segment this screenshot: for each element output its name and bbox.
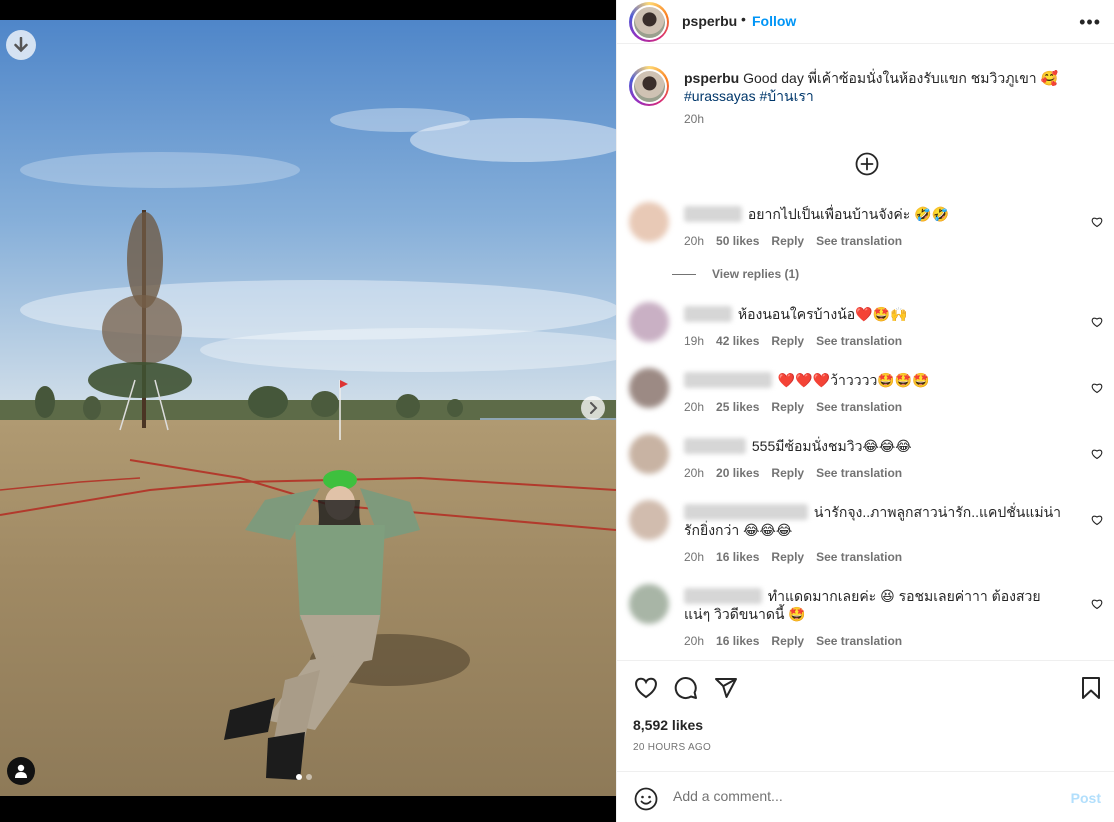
post-actions: 8,592 likes 20 HOURS AGO <box>617 660 1114 770</box>
comment-text: อยากไปเป็นเพื่อนบ้านจังค่ะ 🤣🤣 <box>684 205 1064 223</box>
comment-likes[interactable]: 42 likes <box>716 334 759 348</box>
reply-button[interactable]: Reply <box>771 400 804 414</box>
comment-time: 20h <box>684 634 705 648</box>
add-comment-bar: Post <box>617 771 1114 822</box>
caption-text: psperbu Good day พี่เค้าซ้อมนั่งในห้องรั… <box>684 69 1094 105</box>
commenter-avatar[interactable] <box>629 584 669 624</box>
comment-text: น่ารักจุง..ภาพลูกสาวน่ารัก..แคปชั่นแม่น่… <box>684 503 1064 539</box>
caption-hashtags[interactable]: #urassayas #บ้านเรา <box>684 88 814 104</box>
reply-button[interactable]: Reply <box>771 466 804 480</box>
commenter-avatar[interactable] <box>629 202 669 242</box>
carousel-dot-active <box>296 774 302 780</box>
commenter-username-blurred[interactable] <box>684 504 808 520</box>
commenter-avatar[interactable] <box>629 434 669 474</box>
see-translation-button[interactable]: See translation <box>816 234 902 248</box>
commenter-avatar[interactable] <box>629 368 669 408</box>
post-header: psperbu • Follow ••• <box>617 0 1114 44</box>
download-button[interactable] <box>6 30 36 60</box>
caption-body: Good day พี่เค้าซ้อมนั่งในห้องรับแขก ชมว… <box>743 70 1058 86</box>
reply-button[interactable]: Reply <box>771 334 804 348</box>
tagged-users-button[interactable] <box>7 757 35 785</box>
comment-meta: 20h 25 likes Reply See translation <box>684 400 902 414</box>
post-timestamp: 20 HOURS AGO <box>633 742 712 753</box>
comment-likes[interactable]: 25 likes <box>716 400 759 414</box>
comment-time: 19h <box>684 334 705 348</box>
commenter-avatar[interactable] <box>629 500 669 540</box>
likes-count[interactable]: 8,592 likes <box>633 717 703 733</box>
comment-likes[interactable]: 16 likes <box>716 634 759 648</box>
chevron-right-icon <box>590 402 598 414</box>
comment-body: ❤️❤️❤️ว้าวววว🤩🤩🤩 <box>777 372 930 388</box>
post-comment-button[interactable]: Post <box>1071 790 1101 806</box>
comment-meta: 20h 16 likes Reply See translation <box>684 634 902 648</box>
load-more-comments-icon[interactable] <box>855 152 879 176</box>
comment-text: ห้องนอนใครบ้างน้อ❤️🤩🙌 <box>684 305 1064 323</box>
caption-timestamp: 20h <box>684 112 705 126</box>
reply-button[interactable]: Reply <box>771 550 804 564</box>
like-comment-heart-icon[interactable] <box>1091 448 1103 460</box>
comment-time: 20h <box>684 400 705 414</box>
emoji-smiley-icon[interactable] <box>634 787 658 811</box>
comment-body: อยากไปเป็นเพื่อนบ้านจังค่ะ 🤣🤣 <box>747 206 949 222</box>
commenter-username-blurred[interactable] <box>684 438 746 454</box>
see-translation-button[interactable]: See translation <box>816 634 902 648</box>
follow-button[interactable]: Follow <box>752 13 796 29</box>
comment-time: 20h <box>684 466 705 480</box>
comment-meta: 19h 42 likes Reply See translation <box>684 334 902 348</box>
caption-username[interactable]: psperbu <box>684 70 739 86</box>
comment-body: 555มีซ้อมนั่งชมวิว😂😂😂 <box>751 438 912 454</box>
user-icon <box>15 764 27 778</box>
comment-meta: 20h 50 likes Reply See translation <box>684 234 902 248</box>
share-send-icon[interactable] <box>714 676 738 700</box>
carousel-indicator <box>296 774 312 780</box>
post-media <box>0 0 616 822</box>
see-translation-button[interactable]: See translation <box>816 466 902 480</box>
author-username[interactable]: psperbu <box>682 13 737 29</box>
comment-text: ❤️❤️❤️ว้าวววว🤩🤩🤩 <box>684 371 1064 389</box>
arrow-down-icon <box>14 37 28 53</box>
like-comment-heart-icon[interactable] <box>1091 598 1103 610</box>
commenter-username-blurred[interactable] <box>684 588 762 604</box>
see-translation-button[interactable]: See translation <box>816 400 902 414</box>
like-comment-heart-icon[interactable] <box>1091 316 1103 328</box>
next-image-button[interactable] <box>581 396 605 420</box>
reply-button[interactable]: Reply <box>771 234 804 248</box>
carousel-dot <box>306 774 312 780</box>
view-replies-label[interactable]: View replies (1) <box>712 267 799 281</box>
comment-likes[interactable]: 16 likes <box>716 550 759 564</box>
comment-time: 20h <box>684 234 705 248</box>
replies-divider <box>672 273 696 275</box>
reply-button[interactable]: Reply <box>771 634 804 648</box>
comment-body: ห้องนอนใครบ้างน้อ❤️🤩🙌 <box>737 306 908 322</box>
commenter-username-blurred[interactable] <box>684 206 742 222</box>
comment-meta: 20h 20 likes Reply See translation <box>684 466 902 480</box>
post-side-panel: psperbu • Follow ••• psperbu Good day พี… <box>616 0 1114 822</box>
author-avatar[interactable] <box>629 2 669 42</box>
comment-icon[interactable] <box>674 676 698 700</box>
comment-text: 555มีซ้อมนั่งชมวิว😂😂😂 <box>684 437 1064 455</box>
comment-text: ทำแดดมากเลยค่ะ 😆 รอชมเลยค่าาา ต้องสวยแน่… <box>684 587 1064 623</box>
see-translation-button[interactable]: See translation <box>816 550 902 564</box>
like-comment-heart-icon[interactable] <box>1091 382 1103 394</box>
commenter-username-blurred[interactable] <box>684 306 732 322</box>
comment-input[interactable] <box>673 788 1043 804</box>
view-replies-button[interactable]: View replies (1) <box>672 267 799 281</box>
see-translation-button[interactable]: See translation <box>816 334 902 348</box>
post-photo[interactable] <box>0 20 616 796</box>
comment-time: 20h <box>684 550 705 564</box>
save-bookmark-icon[interactable] <box>1079 676 1103 700</box>
like-comment-heart-icon[interactable] <box>1091 514 1103 526</box>
commenter-avatar[interactable] <box>629 302 669 342</box>
comment-meta: 20h 16 likes Reply See translation <box>684 550 902 564</box>
caption-avatar[interactable] <box>629 66 669 106</box>
more-options-icon[interactable]: ••• <box>1079 12 1101 33</box>
separator-dot: • <box>741 11 746 27</box>
commenter-username-blurred[interactable] <box>684 372 772 388</box>
comment-likes[interactable]: 20 likes <box>716 466 759 480</box>
comment-likes[interactable]: 50 likes <box>716 234 759 248</box>
like-comment-heart-icon[interactable] <box>1091 216 1103 228</box>
like-heart-icon[interactable] <box>634 676 658 700</box>
